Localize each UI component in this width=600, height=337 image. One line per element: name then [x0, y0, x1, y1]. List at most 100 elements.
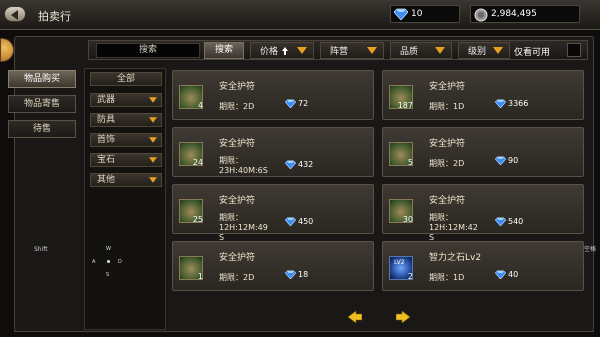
category-armor[interactable]: 防具 [90, 113, 162, 127]
item-price: 432 [285, 160, 313, 169]
item-price: 40 [495, 270, 518, 279]
chevron-down-icon [493, 47, 503, 54]
diamond-balance: 10 [390, 5, 460, 23]
category-jewelry[interactable]: 首饰 [90, 133, 162, 147]
item-price-value: 90 [508, 156, 519, 165]
chevron-down-icon [149, 97, 157, 103]
search-input[interactable]: 搜索 [96, 43, 200, 58]
item-card[interactable]: 24 安全护符期限： 23H:40M:6S 432 [172, 127, 374, 177]
back-button[interactable] [4, 6, 26, 22]
level-dropdown[interactable]: 级别 [458, 42, 510, 59]
item-price-value: 3366 [508, 99, 529, 108]
price-sort-dropdown[interactable]: 价格 [250, 42, 314, 59]
category-label: 其他 [97, 175, 116, 185]
item-price: 18 [285, 270, 308, 279]
item-name: 安全护符 [219, 82, 256, 92]
item-price-value: 72 [298, 99, 309, 108]
category-label: 首饰 [97, 135, 116, 145]
item-card[interactable]: 4 安全护符期限：2D 72 [172, 70, 374, 120]
item-quantity: 30 [402, 215, 413, 224]
prev-page-arrow-icon[interactable] [348, 311, 362, 323]
stone-level-badge: LV2 [394, 259, 405, 266]
item-name: 安全护符 [429, 82, 466, 92]
tab-pending-sale[interactable]: 待售 [8, 120, 76, 138]
diamond-amount: 10 [411, 9, 423, 19]
tab-buy-items[interactable]: 物品购买 [8, 70, 76, 88]
silver-amount: 2,984,495 [491, 9, 537, 19]
item-price: 540 [495, 217, 523, 226]
item-period-line: 期限：2D [219, 273, 255, 282]
item-card[interactable]: 187 安全护符期限：1D 3366 [382, 70, 584, 120]
category-list [84, 68, 166, 330]
item-period: 期限： 23H:40M:6S [219, 156, 268, 176]
compass-east: D [118, 259, 122, 265]
silver-balance: 2,984,495 [470, 5, 580, 23]
item-card[interactable]: 25 安全护符 期限： 12H:12M:49 S 450 [172, 184, 374, 242]
item-price: 3366 [495, 99, 528, 108]
diamond-icon [285, 270, 296, 279]
chevron-down-icon [435, 47, 445, 54]
item-period-line: 12H:12M:49 [219, 223, 268, 232]
sort-up-icon [282, 46, 289, 55]
quality-label: 品质 [400, 47, 419, 57]
category-all[interactable]: 全部 [90, 72, 162, 86]
next-page-arrow-icon[interactable] [396, 311, 410, 323]
item-name: 安全护符 [219, 139, 256, 149]
item-quantity: 2 [407, 272, 413, 281]
panel-bottom-border [14, 331, 594, 332]
item-period-line: 期限： [429, 213, 453, 222]
item-price-value: 40 [508, 270, 519, 279]
shift-key-label: Shift [34, 246, 48, 253]
only-usable-label: 仅看可用 [514, 48, 551, 58]
item-period-line: 期限： [219, 156, 243, 165]
item-period: 期限： 12H:12M:49 S [219, 213, 268, 243]
item-period-line: 期限：1D [429, 273, 465, 282]
item-period-line: 期限： [219, 213, 243, 222]
category-weapon[interactable]: 武器 [90, 93, 162, 107]
item-quantity: 25 [192, 215, 203, 224]
item-quantity: 5 [407, 158, 413, 167]
avatar[interactable] [0, 38, 14, 62]
chevron-down-icon [149, 157, 157, 163]
chevron-down-icon [297, 47, 307, 54]
item-period: 期限： 12H:12M:42 S [429, 213, 478, 243]
item-quantity: 4 [197, 101, 203, 110]
top-bar: 拍卖行 10 2,984,495 [0, 0, 600, 30]
item-quantity: 24 [192, 158, 203, 167]
item-period-line: 期限：2D [429, 159, 465, 168]
tab-consign-items[interactable]: 物品寄售 [8, 95, 76, 113]
space-key-label: 空格 [584, 246, 597, 253]
item-period-line: 期限：2D [219, 102, 255, 111]
item-card[interactable]: 30 安全护符 期限： 12H:12M:42 S 540 [382, 184, 584, 242]
item-price: 90 [495, 156, 518, 165]
item-card[interactable]: 1 安全护符 期限：2D 18 [172, 241, 374, 291]
item-name: 安全护符 [219, 253, 256, 263]
item-period-line: 12H:12M:42 [429, 223, 478, 232]
item-period: 期限：2D [429, 159, 464, 169]
compass-west: A [92, 259, 96, 265]
faction-dropdown[interactable]: 阵营 [320, 42, 384, 59]
diamond-icon [495, 99, 506, 108]
quality-dropdown[interactable]: 品质 [390, 42, 452, 59]
item-price: 72 [285, 99, 308, 108]
item-period: 期限：1D [429, 102, 464, 112]
chevron-down-icon [149, 137, 157, 143]
item-price: 450 [285, 217, 313, 226]
item-card[interactable]: 5 安全护符 期限：2D 90 [382, 127, 584, 177]
category-label: 武器 [97, 95, 116, 105]
diamond-icon [285, 160, 296, 169]
chevron-down-icon [367, 47, 377, 54]
silver-coin-icon [474, 8, 488, 22]
category-other[interactable]: 其他 [90, 173, 162, 187]
diamond-icon [285, 99, 296, 108]
item-card[interactable]: LV2 2 智力之石Lv2 期限：1D 40 [382, 241, 584, 291]
item-quantity: 187 [397, 101, 413, 110]
minimap-compass: W A D S [92, 246, 126, 280]
only-usable-checkbox[interactable] [567, 43, 581, 57]
item-price-value: 540 [508, 217, 524, 226]
item-name: 智力之石Lv2 [429, 253, 482, 263]
category-gem[interactable]: 宝石 [90, 153, 162, 167]
search-button[interactable]: 搜索 [204, 42, 244, 59]
item-period: 期限：2D [219, 102, 254, 112]
chevron-down-icon [149, 177, 157, 183]
